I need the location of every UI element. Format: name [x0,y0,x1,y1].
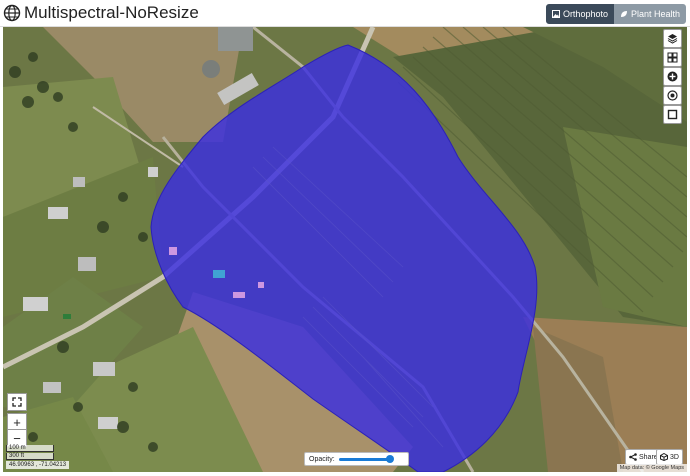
scale-imperial: 300 ft [6,453,54,460]
layers-icon [667,34,678,44]
orthophoto-label: Orthophoto [562,9,608,19]
leaf-icon [620,11,627,17]
3d-button[interactable]: 3D [656,449,683,465]
scale-metric: 100 m [6,445,54,452]
opacity-control: Opacity: [304,452,409,466]
grid-icon [667,52,678,63]
map-canvas[interactable]: + − 100 m 300 ft 46.90963 , -71.04213 Op… [3,27,687,472]
opacity-slider[interactable] [338,454,394,463]
page-title: Multispectral-NoResize [24,3,199,22]
globe-icon [3,4,21,22]
add-measurement-button[interactable] [663,67,682,86]
3d-label: 3D [670,453,679,461]
cube-icon [660,453,668,461]
eye-icon [667,90,678,101]
app-window: Multispectral-NoResize Orthophoto Plant … [0,0,690,476]
plus-circle-icon [667,71,678,82]
share-icon [629,453,637,461]
share-label: Share [639,453,658,461]
image-icon [551,10,560,18]
expand-icon [12,397,22,407]
plant-health-button[interactable]: Plant Health [613,4,686,24]
layers-button[interactable] [663,29,682,48]
square-button[interactable] [663,105,682,124]
view-toggle: Orthophoto Plant Health [545,4,686,24]
square-icon [667,109,678,120]
grid-button[interactable] [663,48,682,67]
opacity-slider-handle[interactable] [385,454,394,463]
title-bar: Multispectral-NoResize Orthophoto Plant … [0,0,690,27]
fullscreen-button[interactable] [7,393,27,411]
plant-health-label: Plant Health [630,9,680,19]
opacity-label: Opacity: [309,455,335,463]
orthophoto-button[interactable]: Orthophoto [545,4,614,24]
map-attribution: Map data: © Google Maps [616,464,687,472]
satellite-basemap [3,27,687,472]
scale-bar: 100 m 300 ft [6,445,54,461]
visibility-button[interactable] [663,86,682,105]
coordinate-readout: 46.90963 , -71.04213 [6,461,70,469]
